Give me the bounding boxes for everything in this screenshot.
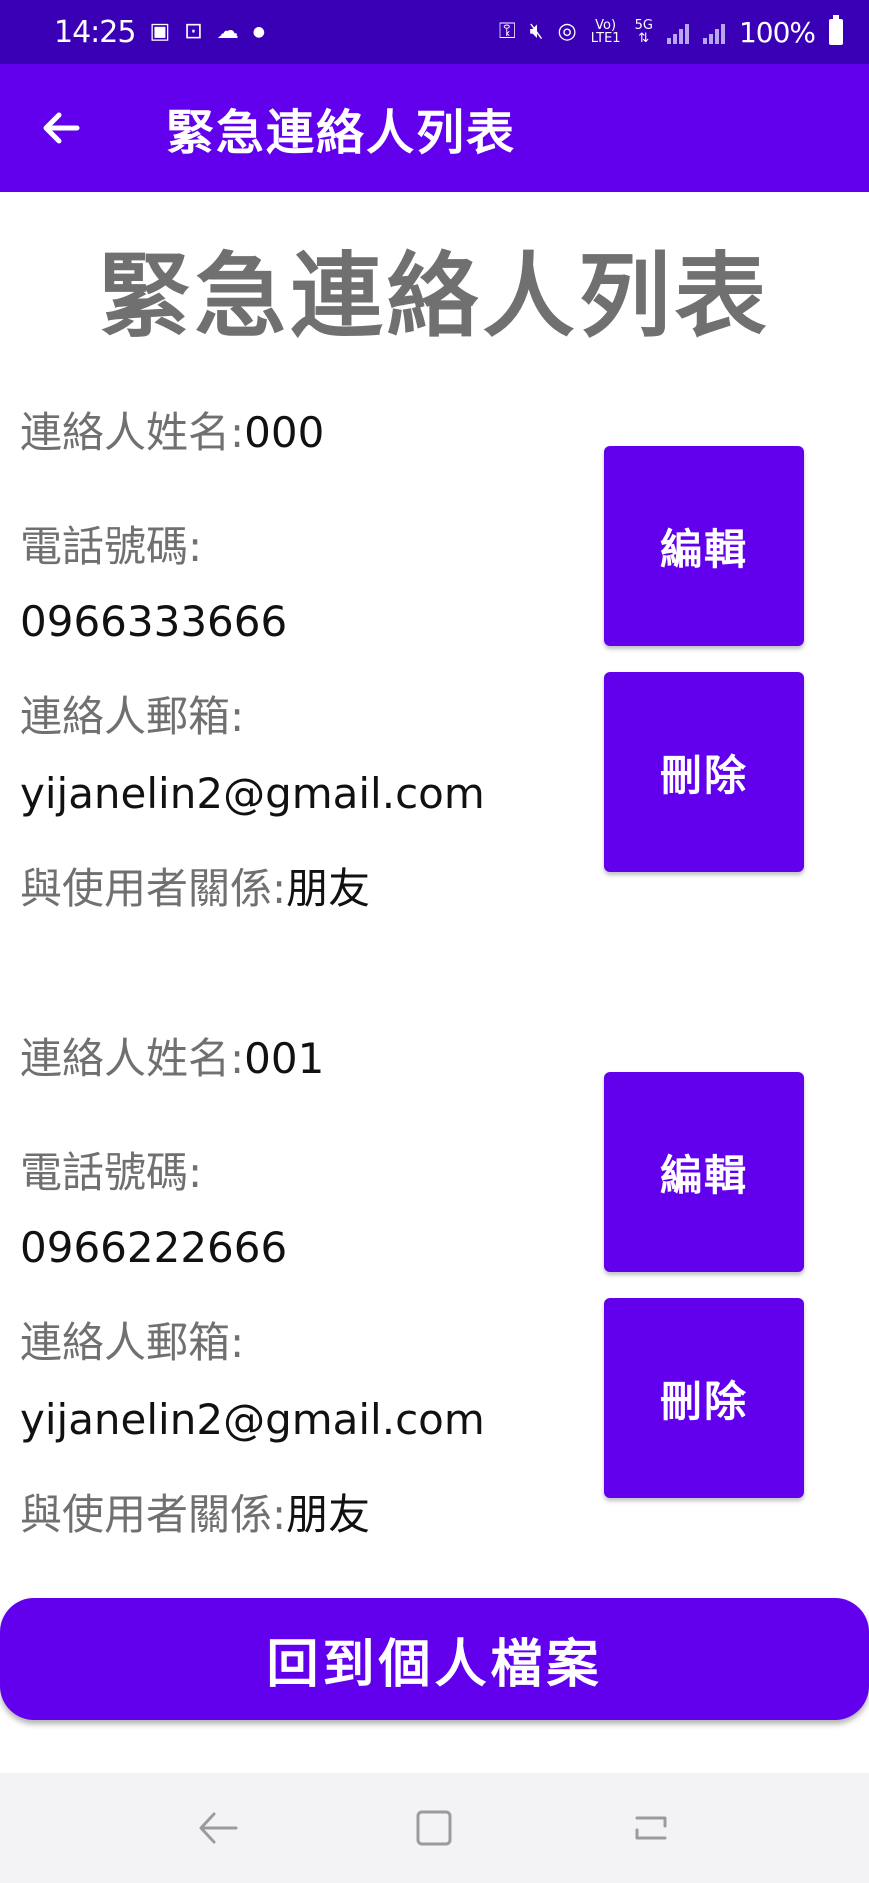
status-right: ⚿ 🔇︎ ◎ Vo) LTE1 5G ⇅ 100%	[498, 15, 843, 49]
phone-label-row: 電話號碼:	[20, 513, 202, 574]
contact-email: yijanelin2@gmail.com	[20, 1395, 485, 1444]
status-bar: 14:25 ▣ ⊡ ☁ ● ⚿ 🔇︎ ◎ Vo) LTE1 5G ⇅ 100%	[0, 0, 869, 64]
nav-home-button[interactable]	[394, 1788, 474, 1868]
email-value-row: yijanelin2@gmail.com	[20, 769, 485, 818]
back-arrow-icon	[43, 112, 80, 144]
name-label: 連絡人姓名:	[20, 408, 245, 457]
contact-name-row: 連絡人姓名:000	[20, 399, 324, 460]
page-title: 緊急連絡人列表	[98, 243, 771, 350]
contact-name: 001	[244, 1034, 325, 1083]
email-label: 連絡人郵箱:	[20, 1318, 245, 1367]
email-label-row: 連絡人郵箱:	[20, 683, 244, 744]
status-time: 14:25	[54, 14, 136, 50]
phone-label-row: 電話號碼:	[20, 1139, 202, 1200]
contact-name-row: 連絡人姓名:001	[20, 1025, 324, 1086]
gallery-icon: ▣	[149, 19, 171, 44]
contact-card: 連絡人姓名:001 電話號碼: 0966222666 連絡人郵箱: yijane…	[0, 1011, 869, 1539]
email-label-row: 連絡人郵箱:	[20, 1309, 244, 1370]
contact-phone: 0966222666	[20, 1223, 288, 1272]
system-nav-bar	[0, 1773, 869, 1883]
relation-row: 與使用者關係:朋友	[20, 1481, 370, 1542]
phone-label: 電話號碼:	[20, 1148, 203, 1197]
email-label: 連絡人郵箱:	[20, 692, 245, 741]
volte-bottom: LTE1	[590, 31, 621, 46]
back-button[interactable]	[0, 64, 122, 192]
signal-1-icon	[666, 20, 689, 44]
signal-2-icon	[702, 20, 725, 44]
edit-button[interactable]: 編輯	[604, 1072, 804, 1272]
contact-name: 000	[244, 408, 325, 457]
screenshot-icon: ⊡	[184, 19, 203, 44]
battery-icon	[829, 15, 843, 45]
phone-value-row: 0966333666	[20, 597, 287, 646]
nav-back-icon	[199, 1812, 238, 1844]
relation-row: 與使用者關係:朋友	[20, 855, 370, 916]
phone-label: 電話號碼:	[20, 522, 203, 571]
dot-icon: ●	[252, 24, 265, 40]
weather-icon: ☁	[216, 19, 239, 44]
back-to-profile-button[interactable]: 回到個人檔案	[0, 1598, 869, 1720]
edit-button[interactable]: 編輯	[604, 446, 804, 646]
contact-relation: 朋友	[286, 864, 371, 913]
name-label: 連絡人姓名:	[20, 1034, 245, 1083]
battery-percent: 100%	[738, 15, 816, 49]
nav-recents-button[interactable]	[611, 1788, 691, 1868]
delete-button[interactable]: 刪除	[604, 1298, 804, 1498]
contact-email: yijanelin2@gmail.com	[20, 769, 485, 818]
vpn-key-icon: ⚿	[498, 19, 516, 44]
delete-button[interactable]: 刪除	[604, 672, 804, 872]
relation-label: 與使用者關係:	[20, 1490, 287, 1539]
email-value-row: yijanelin2@gmail.com	[20, 1395, 485, 1444]
data-arrows-icon: ⇅	[638, 31, 650, 46]
status-left: 14:25 ▣ ⊡ ☁ ●	[54, 15, 265, 50]
contact-card: 連絡人姓名:000 電話號碼: 0966333666 連絡人郵箱: yijane…	[0, 385, 869, 913]
5g-indicator: 5G ⇅	[635, 19, 653, 45]
volte-indicator: Vo) LTE1	[591, 19, 621, 45]
mute-icon: 🔇︎	[529, 19, 544, 44]
contact-relation: 朋友	[286, 1490, 371, 1539]
nav-recents-icon	[635, 1816, 667, 1840]
nav-home-icon	[416, 1810, 452, 1846]
app-bar: 緊急連絡人列表	[0, 64, 869, 192]
contact-phone: 0966333666	[20, 597, 288, 646]
nav-back-button[interactable]	[178, 1788, 258, 1868]
hotspot-icon: ◎	[557, 19, 577, 44]
phone-value-row: 0966222666	[20, 1223, 287, 1272]
relation-label: 與使用者關係:	[20, 864, 287, 913]
app-bar-title: 緊急連絡人列表	[166, 105, 517, 161]
